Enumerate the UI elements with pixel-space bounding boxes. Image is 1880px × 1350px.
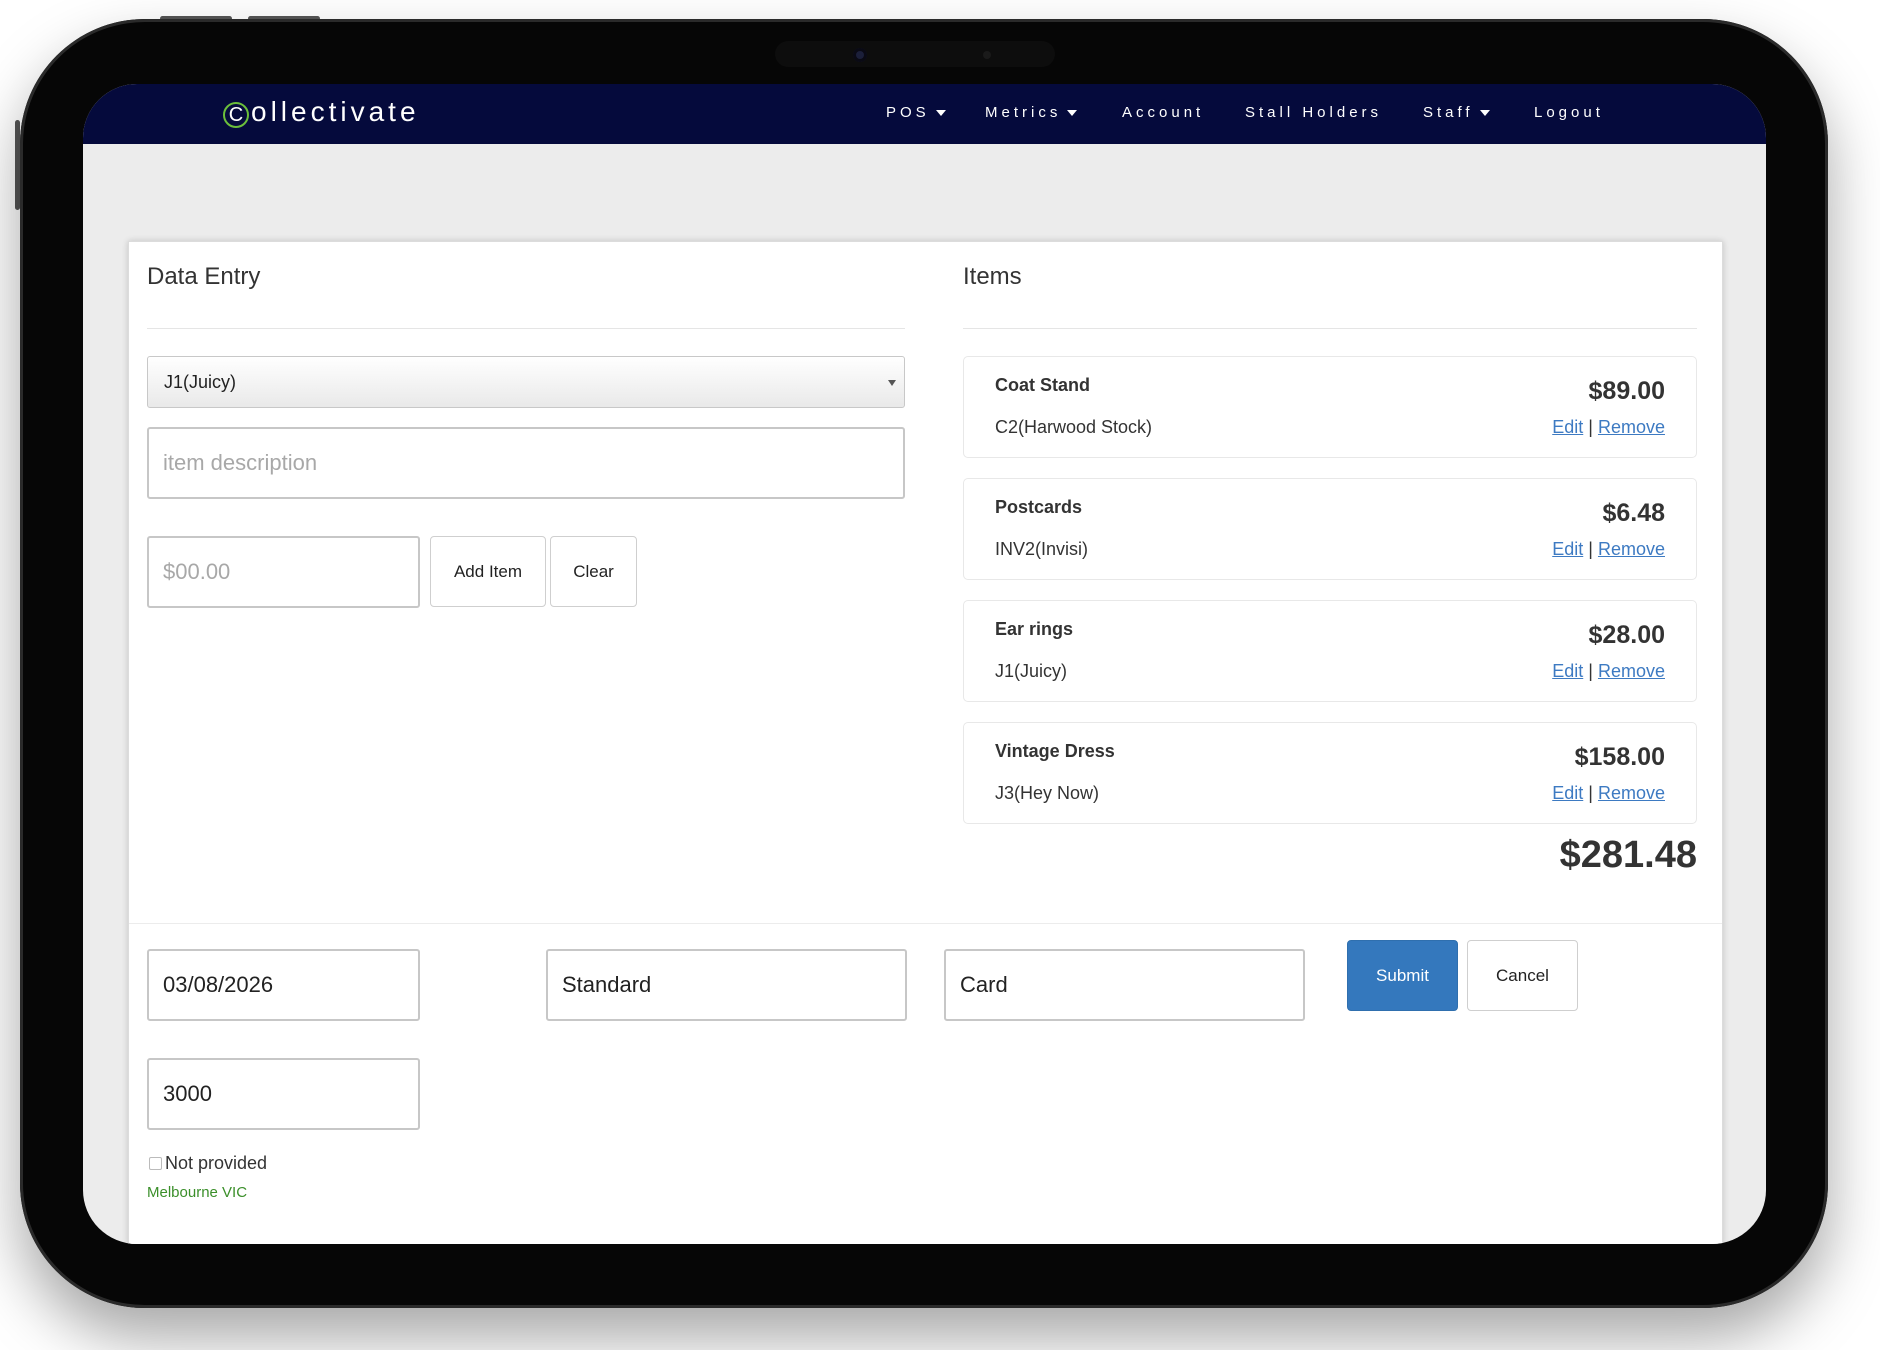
navbar: Collectivate POS Metrics Account Stall H… (83, 84, 1766, 144)
nav-logout[interactable]: Logout (1534, 104, 1604, 121)
clear-button[interactable]: Clear (550, 536, 637, 607)
item-stall: J3(Hey Now) (995, 783, 1100, 803)
camera-bar (775, 41, 1055, 67)
data-entry-divider (147, 328, 905, 329)
item-price: $158.00 (1574, 743, 1665, 771)
remove-link[interactable]: Remove (1598, 661, 1665, 681)
price-input[interactable] (147, 536, 420, 608)
postcode-input[interactable] (147, 1058, 420, 1130)
sensor-icon (983, 51, 991, 59)
nav-account-label: Account (1122, 104, 1205, 121)
item-name: Postcards (995, 497, 1083, 517)
caret-down-icon (1479, 110, 1490, 117)
app-logo[interactable]: Collectivate (223, 96, 420, 128)
item-actions: Edit | Remove (1552, 539, 1665, 560)
screen: Collectivate POS Metrics Account Stall H… (83, 84, 1766, 1244)
edit-link[interactable]: Edit (1552, 417, 1583, 437)
item-price: $28.00 (1588, 621, 1665, 649)
edit-link[interactable]: Edit (1552, 661, 1583, 681)
nav-account[interactable]: Account (1122, 104, 1204, 121)
nav-staff[interactable]: Staff (1423, 104, 1490, 121)
list-item: Coat Stand C2(Harwood Stock) $89.00 Edit… (963, 356, 1697, 458)
separator: | (1588, 661, 1593, 681)
separator: | (1588, 417, 1593, 437)
items-heading: Items (963, 263, 1022, 290)
item-name: Coat Stand (995, 375, 1091, 395)
caret-down-icon (935, 110, 946, 117)
edit-link[interactable]: Edit (1552, 539, 1583, 559)
nav-pos-label: POS (886, 104, 930, 121)
nav-stall-holders-label: Stall Holders (1245, 104, 1383, 121)
stall-select[interactable]: J1(Juicy) (147, 356, 905, 408)
cancel-button[interactable]: Cancel (1467, 940, 1578, 1011)
remove-link[interactable]: Remove (1598, 783, 1665, 803)
submit-button[interactable]: Submit (1347, 940, 1458, 1011)
add-item-button[interactable]: Add Item (430, 536, 546, 607)
item-price: $89.00 (1588, 377, 1665, 405)
chevron-down-icon (888, 380, 896, 386)
pos-card: Data Entry J1(Juicy) Add Item Clear Item… (128, 241, 1723, 1244)
item-stall: INV2(Invisi) (995, 539, 1089, 559)
nav-stall-holders[interactable]: Stall Holders (1245, 104, 1382, 121)
payment-method-input[interactable] (944, 949, 1305, 1021)
separator: | (1588, 783, 1593, 803)
item-actions: Edit | Remove (1552, 783, 1665, 804)
camera-icon (853, 48, 867, 62)
sale-type-input[interactable] (546, 949, 907, 1021)
nav-metrics-label: Metrics (985, 104, 1062, 121)
not-provided-label: Not provided (165, 1153, 268, 1173)
nav-logout-label: Logout (1534, 104, 1604, 121)
stall-select-value: J1(Juicy) (164, 372, 237, 392)
item-actions: Edit | Remove (1552, 661, 1665, 682)
items-divider (963, 328, 1697, 329)
item-name: Vintage Dress (995, 741, 1115, 761)
item-price: $6.48 (1602, 499, 1665, 527)
item-stall: J1(Juicy) (995, 661, 1068, 681)
list-item: Postcards INV2(Invisi) $6.48 Edit | Remo… (963, 478, 1697, 580)
logo-text: ollectivate (251, 96, 420, 127)
remove-link[interactable]: Remove (1598, 417, 1665, 437)
list-item: Ear rings J1(Juicy) $28.00 Edit | Remove (963, 600, 1697, 702)
list-item: Vintage Dress J3(Hey Now) $158.00 Edit |… (963, 722, 1697, 824)
separator: | (1588, 539, 1593, 559)
item-stall: C2(Harwood Stock) (995, 417, 1153, 437)
nav-pos[interactable]: POS (886, 104, 946, 121)
remove-link[interactable]: Remove (1598, 539, 1665, 559)
item-actions: Edit | Remove (1552, 417, 1665, 438)
date-input[interactable] (147, 949, 420, 1021)
edit-link[interactable]: Edit (1552, 783, 1583, 803)
form-divider (129, 923, 1722, 924)
item-name: Ear rings (995, 619, 1074, 639)
nav-staff-label: Staff (1423, 104, 1474, 121)
not-provided-checkbox[interactable] (149, 1157, 162, 1170)
location-text: Melbourne VIC (147, 1184, 248, 1201)
logo-initial: C (223, 102, 249, 128)
caret-down-icon (1067, 110, 1078, 117)
data-entry-heading: Data Entry (147, 263, 261, 290)
order-total: $281.48 (1559, 834, 1697, 876)
item-description-input[interactable] (147, 427, 905, 499)
nav-metrics[interactable]: Metrics (985, 104, 1078, 121)
